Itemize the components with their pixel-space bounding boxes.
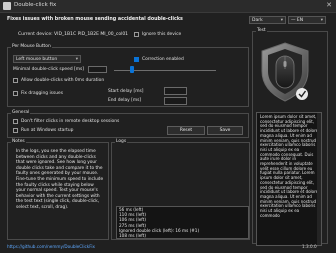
group-title: Per Mouse Button xyxy=(11,44,52,49)
app-icon xyxy=(3,2,11,10)
group-title: Logs xyxy=(115,139,128,144)
fix-dragging-label: Fix dragging issues xyxy=(21,91,64,96)
correction-enabled-checkbox[interactable] xyxy=(134,57,139,62)
logs-list[interactable]: 56 ms (left) 110 ms (left) 106 ms (left)… xyxy=(116,206,249,239)
language-select[interactable]: — EN ▾ xyxy=(288,16,326,24)
save-button[interactable]: Save xyxy=(207,126,243,135)
end-delay-label: End delay [ms] xyxy=(108,98,142,103)
chevron-down-icon: ▾ xyxy=(320,18,323,23)
mouse-shield-icon xyxy=(261,42,309,102)
correction-enabled-label: Correction enabled xyxy=(142,57,184,62)
min-speed-input[interactable] xyxy=(88,66,107,73)
start-delay-input[interactable] xyxy=(164,87,187,95)
allow-zero-duration-label: Allow double-clicks with 0ms duration xyxy=(21,78,105,83)
log-line: 108 ms (left) xyxy=(119,233,146,239)
close-icon[interactable]: ✕ xyxy=(326,1,332,9)
end-delay-input[interactable] xyxy=(164,97,187,105)
group-title: General xyxy=(11,110,31,115)
chevron-down-icon: ▾ xyxy=(280,18,283,23)
version-label: 1.3.0.0 xyxy=(302,244,317,249)
chevron-down-icon: ▾ xyxy=(75,57,78,62)
run-at-startup-label: Run at Windows startup xyxy=(21,128,74,133)
page-heading: Fixes issues with broken mouse sending a… xyxy=(7,17,183,22)
min-speed-label: Minimal double-click speed [ms] xyxy=(13,67,84,72)
theme-select[interactable]: Dark ▾ xyxy=(249,16,286,24)
ignore-device-checkbox[interactable] xyxy=(134,32,139,37)
current-device-label: Current device: VID_1B1C PID_1B2E MI_00_… xyxy=(18,32,129,37)
scrollbar[interactable] xyxy=(317,113,321,245)
notes-text: In the logs, you see the elapsed time be… xyxy=(16,149,104,210)
remote-desktop-label: Don't filter clicks in remote desktop se… xyxy=(21,119,120,124)
run-at-startup-checkbox[interactable] xyxy=(13,128,18,133)
min-speed-slider-thumb[interactable] xyxy=(130,66,134,73)
reset-button[interactable]: Reset xyxy=(167,126,205,135)
test-text-area[interactable]: Lorem ipsum dolor sit amet, consectetur … xyxy=(256,112,322,246)
fix-dragging-checkbox[interactable] xyxy=(13,91,18,96)
app-window: Double-click fix ✕ Fixes issues with bro… xyxy=(0,0,336,253)
title-bar: Double-click fix ✕ xyxy=(0,0,336,13)
group-title: Test xyxy=(256,28,267,33)
remote-desktop-checkbox[interactable] xyxy=(13,119,18,124)
window-title: Double-click fix xyxy=(14,2,57,8)
github-link[interactable]: https://github.com/nemmy/DoubleClickFix xyxy=(7,244,95,249)
ignore-device-label: Ignore this device xyxy=(142,32,182,37)
group-title: Notes xyxy=(11,139,26,144)
mouse-button-select[interactable]: Left mouse button ▾ xyxy=(13,55,81,63)
allow-zero-duration-checkbox[interactable] xyxy=(13,78,18,83)
start-delay-label: Start delay [ms] xyxy=(108,89,144,94)
